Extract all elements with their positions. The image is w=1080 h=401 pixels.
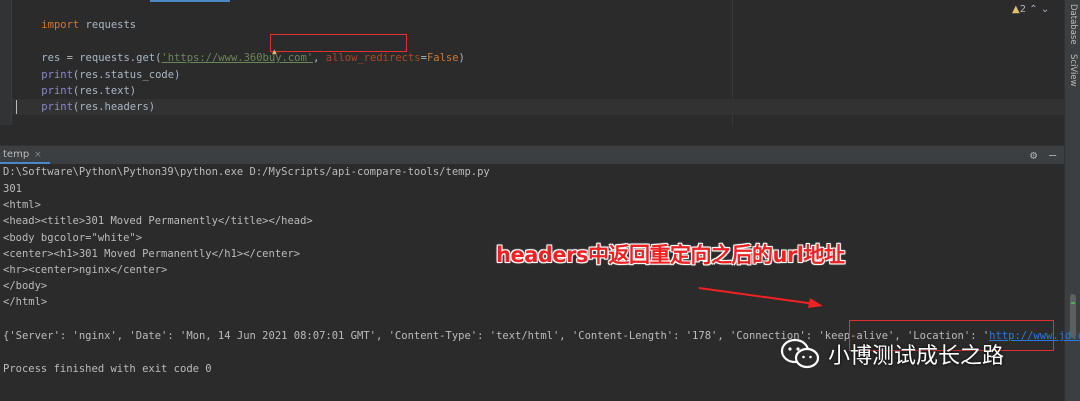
- warning-marker-icon: ▲: [272, 47, 277, 56]
- annotation-arrow: [698, 287, 823, 308]
- console-line: <hr><center>nginx</center>: [3, 264, 168, 276]
- code-text: ,: [313, 52, 326, 64]
- param-name: allow_redirects: [325, 52, 421, 64]
- gear-icon[interactable]: ⚙: [1030, 147, 1037, 163]
- run-tool-window-header: temp × ⚙ –: [0, 145, 1064, 165]
- scrollbar-marker: [1071, 302, 1075, 304]
- warning-icon: ▲: [1012, 4, 1020, 15]
- inspection-widget[interactable]: ▲2 ⌃ ⌄: [1012, 4, 1049, 15]
- console-line: <body bgcolor="white">: [3, 232, 143, 244]
- wechat-icon: [780, 338, 820, 369]
- chevron-up-icon[interactable]: ⌃: [1029, 4, 1037, 15]
- console-line: 301: [3, 183, 22, 195]
- arrow-head: [808, 298, 823, 308]
- current-line-highlight: [12, 99, 1064, 115]
- keyword-false: False: [426, 52, 459, 64]
- chevron-down-icon[interactable]: ⌄: [1041, 4, 1049, 15]
- code-line-6[interactable]: print(res.headers): [16, 83, 155, 131]
- warning-count: 2: [1019, 4, 1027, 15]
- close-icon[interactable]: ×: [34, 150, 42, 160]
- code-text: ): [458, 52, 465, 64]
- console-finished-line: Process finished with exit code 0: [3, 363, 212, 375]
- arrow-shaft: [698, 287, 816, 305]
- code-text: (res.headers): [72, 101, 156, 113]
- sciview-tool-button[interactable]: SciView: [1068, 54, 1078, 87]
- text-caret: [16, 100, 17, 114]
- watermark: 小博测试成长之路: [780, 336, 1004, 372]
- run-tab-label: temp: [3, 149, 30, 160]
- annotation-box-allow-redirects: [270, 34, 407, 52]
- code-editor[interactable]: import requests res = requests.get('http…: [0, 0, 1064, 125]
- editor-tab-indicator: [150, 0, 230, 2]
- minimize-icon[interactable]: –: [1049, 147, 1056, 163]
- console-line: <center><h1>301 Moved Permanently</h1></…: [3, 248, 301, 260]
- console-line: </body>: [3, 280, 48, 292]
- console-line: <head><title>301 Moved Permanently</titl…: [3, 215, 313, 227]
- keyword-import: import: [41, 19, 80, 31]
- code-text: requests: [79, 19, 137, 31]
- builtin-print: print: [41, 101, 73, 113]
- console-line: D:\Software\Python\Python39\python.exe D…: [3, 166, 490, 178]
- run-tab-temp[interactable]: temp ×: [0, 146, 50, 164]
- console-line: <html>: [3, 199, 41, 211]
- editor-gutter: [0, 0, 12, 125]
- console-line: </html>: [3, 296, 48, 308]
- database-tool-button[interactable]: Database: [1068, 4, 1078, 45]
- annotation-text: headers中返回重定向之后的url地址: [496, 243, 845, 267]
- url-string[interactable]: 'https://www.360buy.com': [161, 52, 313, 64]
- panel-splitter[interactable]: [0, 125, 1064, 145]
- watermark-text: 小博测试成长之路: [828, 344, 1005, 369]
